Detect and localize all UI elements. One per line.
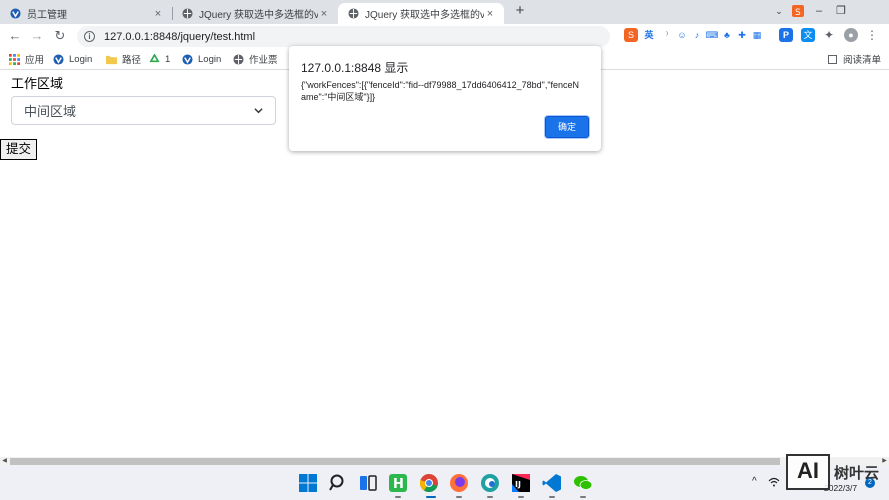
bookmark-label: Login — [198, 53, 222, 65]
site-info-icon[interactable]: i — [84, 31, 95, 42]
tab-title: 员工管理 — [27, 10, 67, 21]
hbuilder-icon[interactable]: H — [388, 473, 408, 493]
vue-icon — [10, 8, 21, 19]
globe-icon — [348, 8, 359, 19]
emoji-icon[interactable]: ☺ — [675, 28, 689, 42]
svg-text:S: S — [795, 8, 801, 17]
apps-grid-icon — [9, 53, 20, 65]
watermark-logo: AI — [786, 454, 830, 490]
tray-overflow-chevron-icon[interactable]: ^ — [752, 476, 757, 487]
bookmark-label: 路径 — [122, 55, 142, 66]
firefox-icon[interactable] — [449, 473, 469, 493]
running-indicator — [580, 496, 586, 498]
running-indicator — [549, 496, 555, 498]
skin-icon[interactable]: ♣ — [720, 28, 734, 42]
toolbox-icon[interactable]: ▦ — [750, 28, 764, 42]
ime-mode-label[interactable]: 英 — [642, 28, 656, 42]
globe-icon — [233, 53, 244, 65]
running-indicator — [395, 496, 401, 498]
intellij-icon[interactable]: IJ — [511, 473, 531, 493]
running-indicator — [487, 496, 493, 498]
recycle-icon — [149, 53, 160, 62]
bookmark-login[interactable]: Login — [53, 52, 92, 66]
tab-title: JQuery 获取选中多选框的value — [365, 10, 484, 21]
horizontal-scrollbar[interactable]: ◀ ▶ — [0, 457, 889, 466]
address-bar[interactable]: i 127.0.0.1:8848/jquery/test.html — [77, 26, 610, 47]
vue-icon — [53, 53, 64, 65]
wifi-icon[interactable] — [768, 477, 780, 487]
reading-list-label: 阅读清单 — [842, 55, 881, 66]
submit-button[interactable]: 提交 — [0, 139, 38, 160]
work-area-select[interactable]: 中间区域 — [11, 96, 276, 125]
sogou-tray-icon[interactable]: S — [787, 0, 809, 22]
extensions-puzzle-icon[interactable]: ✦ — [822, 28, 836, 42]
address-url[interactable]: 127.0.0.1:8848/jquery/test.html — [104, 31, 255, 43]
scrollbar-thumb[interactable] — [10, 458, 780, 465]
restore-button[interactable]: ❐ — [830, 0, 852, 22]
p-extension-icon[interactable]: P — [779, 28, 793, 42]
windows-taskbar: H IJ ^ 2022/3/7 — [0, 466, 889, 500]
forward-button[interactable]: → — [28, 27, 46, 45]
running-indicator — [456, 496, 462, 498]
bookmark-work-ticket[interactable]: 作业票 — [233, 52, 278, 66]
bookmark-label: 应用 — [25, 55, 45, 66]
tshirt-icon[interactable]: ✚ — [735, 28, 749, 42]
sogou-ime-icon[interactable]: S — [624, 28, 638, 42]
svg-text:IJ: IJ — [515, 480, 521, 489]
windows-start-icon[interactable] — [298, 473, 318, 493]
chrome-icon[interactable] — [419, 473, 439, 493]
select-value: 中间区域 — [24, 104, 77, 119]
microphone-icon[interactable]: ♪ — [690, 28, 704, 42]
work-area-label: 工作区域 — [11, 76, 64, 91]
task-view-icon[interactable] — [358, 473, 378, 493]
bookmark-1[interactable]: 1 — [149, 52, 170, 66]
new-tab-button[interactable]: + — [512, 3, 528, 19]
search-icon[interactable] — [328, 473, 348, 493]
browser-toolbar: ← → ↻ i 127.0.0.1:8848/jquery/test.html … — [0, 24, 889, 48]
active-indicator — [426, 496, 436, 498]
running-indicator — [518, 496, 524, 498]
globe-icon — [182, 8, 193, 19]
dialog-message: {"workFences":[{"fenceId":"fid--df79988_… — [301, 80, 580, 102]
keyboard-icon[interactable]: ⌨ — [705, 28, 719, 42]
reading-list-icon — [827, 54, 837, 64]
reload-button[interactable]: ↻ — [51, 27, 69, 45]
bookmark-label: 1 — [165, 53, 171, 65]
punctuation-icon[interactable]: ⁾ — [660, 28, 674, 42]
back-button[interactable]: ← — [6, 27, 24, 45]
tab-employee-management[interactable]: 员工管理 × — [0, 3, 172, 24]
minimize-button[interactable]: – — [808, 0, 830, 22]
vue-icon — [182, 53, 193, 65]
vscode-icon[interactable] — [542, 473, 562, 493]
bookmark-label: 作业票 — [249, 55, 278, 66]
wechat-icon[interactable] — [573, 473, 593, 493]
scroll-left-arrow-icon[interactable]: ◀ — [0, 457, 9, 466]
translate-extension-icon[interactable]: 文 — [801, 28, 815, 42]
tab-jquery-checkbox-active[interactable]: JQuery 获取选中多选框的value × — [338, 3, 504, 24]
profile-avatar-icon[interactable]: ● — [844, 28, 858, 42]
bookmark-apps[interactable]: 应用 — [9, 52, 44, 66]
tab-close-icon[interactable]: × — [484, 8, 496, 20]
bookmark-label: Login — [69, 53, 93, 65]
edge-dev-icon[interactable] — [480, 473, 500, 493]
tab-jquery-checkbox[interactable]: JQuery 获取选中多选框的value × — [172, 3, 338, 24]
svg-text:H: H — [393, 477, 404, 492]
alert-dialog: 127.0.0.1:8848 显示 {"workFences":[{"fence… — [289, 46, 601, 151]
folder-icon — [106, 55, 117, 64]
menu-kebab-icon[interactable]: ⋮ — [865, 28, 879, 42]
reading-list-button[interactable]: 阅读清单 — [827, 52, 881, 66]
bookmark-login-2[interactable]: Login — [182, 52, 221, 66]
bookmark-path-folder[interactable]: 路径 — [106, 52, 141, 66]
dialog-title: 127.0.0.1:8848 显示 — [301, 61, 409, 75]
tab-close-icon[interactable]: × — [318, 8, 330, 20]
ok-button[interactable]: 确定 — [545, 116, 589, 138]
tab-close-icon[interactable]: × — [152, 8, 164, 20]
tab-title: JQuery 获取选中多选框的value — [199, 10, 318, 21]
notification-badge[interactable]: 2 — [865, 478, 875, 488]
tab-strip: 员工管理 × JQuery 获取选中多选框的value × JQuery 获取选… — [0, 0, 889, 24]
chevron-down-icon — [254, 108, 263, 114]
